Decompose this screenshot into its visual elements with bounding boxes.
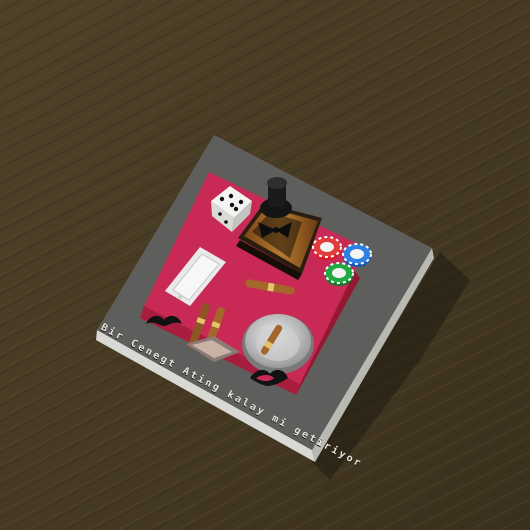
scene [0, 0, 530, 530]
ashtray [242, 314, 314, 374]
